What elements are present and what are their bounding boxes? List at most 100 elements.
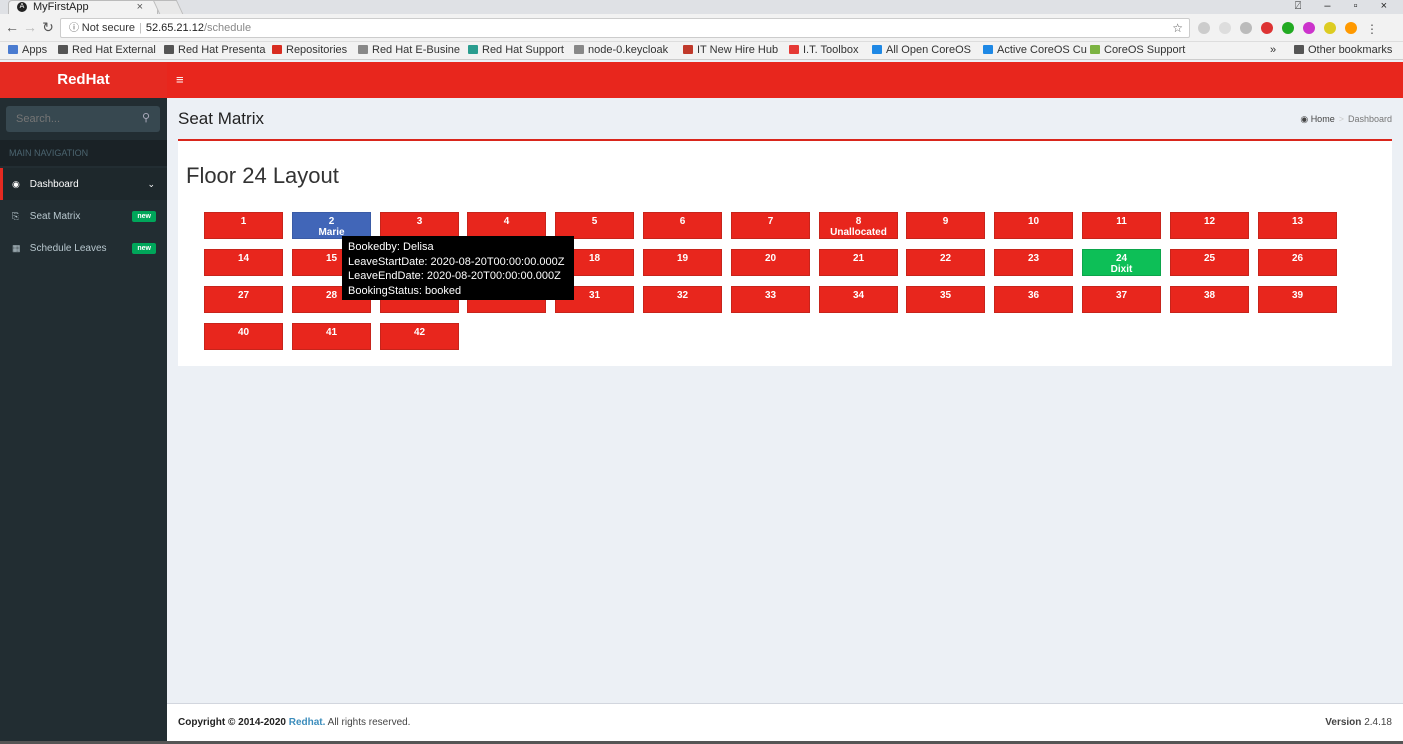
seat-14[interactable]: 14	[204, 249, 283, 276]
app-header: RedHat ≡	[0, 62, 1403, 98]
search-icon[interactable]: ⚲	[138, 111, 154, 127]
bookmark-item[interactable]: Repositories	[272, 42, 347, 59]
bookmark-icon	[872, 45, 882, 54]
seat-21[interactable]: 21	[819, 249, 898, 276]
seat-number: 22	[939, 253, 952, 264]
seat-34[interactable]: 34	[819, 286, 898, 313]
seat-8[interactable]: 8 Unallocated	[819, 212, 898, 239]
seat-number: 5	[591, 216, 598, 227]
seat-4[interactable]: 4	[467, 212, 546, 239]
seat-38[interactable]: 38	[1170, 286, 1249, 313]
bookmark-item[interactable]: node-0.keycloak	[574, 42, 668, 59]
seat-42[interactable]: 42	[380, 323, 459, 350]
extension-icon[interactable]	[1303, 22, 1315, 34]
menu-kebab-icon[interactable]: ⋮	[1366, 22, 1378, 36]
rights-text: All rights reserved.	[327, 717, 411, 728]
bookmark-item[interactable]: I.T. Toolbox	[789, 42, 858, 59]
footer-copyright: Copyright © 2014-2020 Redhat. All rights…	[178, 704, 410, 742]
extension-icon[interactable]	[1261, 22, 1273, 34]
seat-11[interactable]: 11	[1082, 212, 1161, 239]
seat-35[interactable]: 35	[906, 286, 985, 313]
bookmark-item[interactable]: Red Hat Presenta	[164, 42, 265, 59]
seat-40[interactable]: 40	[204, 323, 283, 350]
breadcrumb-home[interactable]: Home	[1311, 114, 1335, 124]
footer-version: Version 2.4.18	[1325, 704, 1392, 742]
back-arrow-icon[interactable]: ←	[4, 19, 20, 35]
browser-tab[interactable]: A MyFirstApp ×	[8, 0, 158, 14]
bookmark-item[interactable]: Apps	[8, 42, 47, 59]
breadcrumb-separator: >	[1338, 114, 1344, 124]
seat-3[interactable]: 3	[380, 212, 459, 239]
reload-icon[interactable]: ↻	[40, 19, 56, 36]
forward-arrow-icon[interactable]: →	[22, 19, 38, 35]
seat-number: 20	[764, 253, 777, 264]
address-bar[interactable]: ⓘ Not secure | 52.65.21.12/schedule ☆	[60, 18, 1190, 38]
sidebar-item-schedule-leaves[interactable]: ▦ Schedule Leaves new	[0, 232, 167, 264]
other-bookmarks-folder[interactable]: Other bookmarks	[1294, 42, 1392, 59]
extension-icon[interactable]	[1240, 22, 1252, 34]
seat-number: 9	[942, 216, 949, 227]
seat-39[interactable]: 39	[1258, 286, 1337, 313]
seat-27[interactable]: 27	[204, 286, 283, 313]
url-separator: |	[138, 22, 142, 34]
seat-number: 12	[1203, 216, 1216, 227]
seat-number: 33	[764, 290, 777, 301]
seat-22[interactable]: 22	[906, 249, 985, 276]
seat-6[interactable]: 6	[643, 212, 722, 239]
extension-icon[interactable]	[1198, 22, 1210, 34]
brand-logo[interactable]: RedHat	[0, 62, 167, 98]
bookmark-icon	[272, 45, 282, 54]
bookmark-item[interactable]: CoreOS Support	[1090, 42, 1185, 59]
sidebar-toggle-icon[interactable]: ≡	[176, 62, 184, 98]
seat-number: 42	[413, 327, 426, 338]
seat-9[interactable]: 9	[906, 212, 985, 239]
bookmark-item[interactable]: Red Hat Support	[468, 42, 564, 59]
info-icon: ⓘ	[69, 23, 82, 34]
bookmark-item[interactable]: IT New Hire Hub	[683, 42, 778, 59]
extension-icon[interactable]	[1345, 22, 1357, 34]
seat-12[interactable]: 12	[1170, 212, 1249, 239]
seat-2[interactable]: 2 Marie	[292, 212, 371, 239]
bookmark-item[interactable]: Red Hat E-Busine	[358, 42, 460, 59]
seat-13[interactable]: 13	[1258, 212, 1337, 239]
seat-37[interactable]: 37	[1082, 286, 1161, 313]
bookmark-star-icon[interactable]: ☆	[1172, 19, 1183, 37]
seat-25[interactable]: 25	[1170, 249, 1249, 276]
seat-19[interactable]: 19	[643, 249, 722, 276]
bookmark-label: Apps	[22, 44, 48, 56]
seat-26[interactable]: 26	[1258, 249, 1337, 276]
seat-36[interactable]: 36	[994, 286, 1073, 313]
seat-number: 39	[1291, 290, 1304, 301]
more-bookmarks-button[interactable]: »	[1270, 42, 1276, 59]
seat-1[interactable]: 1	[204, 212, 283, 239]
seat-33[interactable]: 33	[731, 286, 810, 313]
sidebar-item-seat-matrix[interactable]: ⎘ Seat Matrix new	[0, 200, 167, 232]
window-controls[interactable]: ⍁ – ▫ ×	[1295, 0, 1397, 13]
tooltip-status: BookingStatus: booked	[348, 284, 462, 297]
seat-24[interactable]: 24 Dixit	[1082, 249, 1161, 276]
seat-5[interactable]: 5	[555, 212, 634, 239]
bookmark-item[interactable]: All Open CoreOS	[872, 42, 971, 59]
seat-number: 10	[1027, 216, 1040, 227]
bookmark-item[interactable]: Red Hat External	[58, 42, 156, 59]
bookmark-item[interactable]: Active CoreOS Cu	[983, 42, 1087, 59]
sidebar-item-dashboard[interactable]: ◉ Dashboard ⌄	[0, 168, 167, 200]
extension-icon[interactable]	[1219, 22, 1231, 34]
seat-10[interactable]: 10	[994, 212, 1073, 239]
bookmarks-bar: » Other bookmarks Apps Red Hat External Re…	[0, 42, 1403, 60]
seat-7[interactable]: 7	[731, 212, 810, 239]
seat-20[interactable]: 20	[731, 249, 810, 276]
home-icon: ◉	[1300, 114, 1309, 124]
new-tab-button[interactable]	[152, 0, 184, 14]
seat-occupant: Dixit	[1110, 264, 1133, 275]
company-link[interactable]: Redhat.	[289, 717, 326, 728]
seat-23[interactable]: 23	[994, 249, 1073, 276]
seat-41[interactable]: 41	[292, 323, 371, 350]
seat-number: 34	[852, 290, 865, 301]
extension-icon[interactable]	[1324, 22, 1336, 34]
seat-32[interactable]: 32	[643, 286, 722, 313]
browser-toolbar: ← → ↻ ⓘ Not secure | 52.65.21.12/schedule …	[0, 14, 1403, 42]
search-input[interactable]	[6, 106, 136, 132]
tab-close-icon[interactable]: ×	[137, 1, 143, 13]
extension-icon[interactable]	[1282, 22, 1294, 34]
